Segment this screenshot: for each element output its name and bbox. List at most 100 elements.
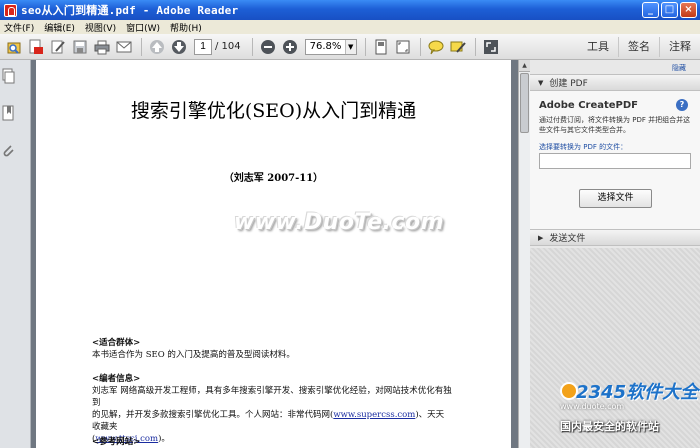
create-pdf-description: 通过付费订阅，将文件转换为 PDF 并把组合并这些文件与其它文件类型合并。 — [539, 116, 691, 134]
scrollbar-thumb[interactable] — [520, 73, 529, 133]
pdf-page: 搜索引擎优化(SEO)从入门到精通 （刘志军 2007-11） www.DuoT… — [36, 60, 511, 448]
create-pdf-button[interactable] — [26, 37, 46, 57]
select-file-button[interactable]: 选择文件 — [579, 189, 652, 208]
email-icon — [116, 41, 132, 52]
navigation-pane — [0, 60, 31, 448]
save-button[interactable] — [70, 37, 90, 57]
plus-circle-icon — [282, 39, 297, 54]
editor-section: <编者信息> 刘志军 网络高级开发工程师，具有多年搜索引擎开发、搜索引擎优化经验… — [92, 373, 452, 445]
editor-heading: <编者信息> — [92, 374, 141, 384]
comment-button[interactable] — [426, 37, 446, 57]
create-pdf-icon — [29, 39, 43, 54]
fit-width-button[interactable] — [393, 37, 413, 57]
zoom-out-button[interactable] — [258, 37, 278, 57]
menu-help[interactable]: 帮助(H) — [170, 21, 202, 34]
reference-section: <参考网站> — [92, 436, 452, 448]
create-pdf-title: Adobe CreatePDF — [539, 100, 639, 111]
bookmarks-icon[interactable] — [0, 105, 16, 121]
open-button[interactable] — [4, 37, 24, 57]
tab-tools[interactable]: 工具 — [578, 37, 618, 57]
send-files-header-label: 发送文件 — [549, 234, 586, 244]
attachments-icon[interactable] — [0, 142, 16, 158]
toolbar-separator — [251, 37, 253, 56]
toolbar-separator — [474, 37, 476, 56]
tools-panel: 隐藏 ▼ 创建 PDF Adobe CreatePDF ? 通过付费订阅，将文件… — [530, 60, 700, 448]
panel-empty-area: 2345软件大全 www.duote.com 国内最安全的软件站 — [530, 248, 700, 448]
toolbar-separator — [419, 37, 421, 56]
file-path-field[interactable] — [539, 153, 691, 169]
tab-comment[interactable]: 注释 — [659, 36, 700, 57]
editor-text-2: 的见解，并开发多款搜索引擎优化工具。个人网站：非常代码网(www.supercs… — [92, 409, 452, 433]
chevron-right-icon: ▶ — [538, 233, 544, 242]
zoom-select[interactable]: 76.8% ▼ — [304, 38, 357, 55]
reference-heading: <参考网站> — [92, 437, 141, 447]
menu-edit[interactable]: 编辑(E) — [44, 21, 75, 34]
arrow-down-icon — [172, 39, 186, 54]
tab-sign[interactable]: 签名 — [618, 36, 659, 57]
create-pdf-section: Adobe CreatePDF ? 通过付费订阅，将文件转换为 PDF 并把组合… — [530, 91, 700, 230]
watermark-url: www.duote.com — [560, 402, 625, 411]
highlight-button[interactable] — [448, 37, 468, 57]
menu-bar: 文件(F) 编辑(E) 视图(V) 窗口(W) 帮助(H) — [0, 20, 700, 34]
adobe-reader-icon — [4, 3, 17, 17]
email-button[interactable] — [114, 37, 134, 57]
save-icon — [73, 40, 87, 53]
edit-button[interactable] — [48, 37, 68, 57]
print-button[interactable] — [92, 37, 112, 57]
document-title: 搜索引擎优化(SEO)从入门到精通 — [130, 100, 417, 122]
create-pdf-header[interactable]: ▼ 创建 PDF — [530, 74, 700, 91]
zoom-value: 76.8% — [309, 40, 342, 52]
previous-page-button[interactable] — [147, 37, 167, 57]
fit-page-icon — [375, 39, 387, 54]
watermark-slogan: 国内最安全的软件站 — [560, 420, 659, 433]
minus-circle-icon — [260, 39, 275, 54]
minimize-button[interactable]: _ — [642, 2, 659, 18]
comment-icon — [428, 40, 444, 54]
chevron-down-icon[interactable]: ▼ — [344, 39, 356, 54]
supercss-link[interactable]: www.supercss.com — [333, 410, 415, 420]
site-watermark-2345: 2345软件大全 www.duote.com 国内最安全的软件站 — [560, 378, 700, 436]
page-thumbnails-icon[interactable] — [0, 68, 16, 84]
scroll-up-icon[interactable]: ▲ — [519, 60, 530, 72]
document-view[interactable]: 搜索引擎优化(SEO)从入门到精通 （刘志军 2007-11） www.DuoT… — [31, 60, 518, 448]
open-icon — [7, 42, 21, 54]
select-file-label: 选择要转换为 PDF 的文件： — [539, 143, 628, 151]
next-page-button[interactable] — [169, 37, 189, 57]
menu-file[interactable]: 文件(F) — [4, 21, 34, 34]
editor-text-2a: 的见解，并开发多款搜索引擎优化工具。个人网站：非常代码网( — [92, 410, 334, 420]
menu-window[interactable]: 窗口(W) — [126, 21, 160, 34]
fit-page-button[interactable] — [371, 37, 391, 57]
create-pdf-header-label: 创建 PDF — [549, 79, 588, 89]
close-button[interactable]: × — [680, 2, 697, 18]
fullscreen-button[interactable] — [481, 37, 501, 57]
print-icon — [94, 40, 110, 54]
adobe-reader-window: seo从入门到精通.pdf - Adobe Reader _ □ × 文件(F)… — [0, 0, 700, 448]
edit-icon — [51, 40, 65, 53]
window-title: seo从入门到精通.pdf - Adobe Reader — [21, 4, 239, 17]
hide-panel-link[interactable]: 隐藏 — [672, 63, 686, 73]
help-icon[interactable]: ? — [676, 99, 688, 111]
audience-text: 本书适合作为 SEO 的入门及提高的普及型阅读材料。 — [92, 350, 295, 360]
maximize-button[interactable]: □ — [661, 2, 678, 18]
zoom-in-button[interactable] — [280, 37, 300, 57]
watermark-brand: 2345软件大全 — [576, 382, 699, 403]
toolbar: / 104 76.8% ▼ 工具 签名 — [0, 34, 700, 60]
vertical-scrollbar[interactable]: ▲ — [518, 60, 530, 448]
editor-text-1: 刘志军 网络高级开发工程师，具有多年搜索引擎开发、搜索引擎优化经验，对网站技术优… — [92, 386, 452, 408]
title-bar: seo从入门到精通.pdf - Adobe Reader _ □ × — [0, 0, 700, 20]
audience-heading: <适合群体> — [92, 338, 141, 348]
menu-view[interactable]: 视图(V) — [85, 21, 116, 34]
audience-section: <适合群体> 本书适合作为 SEO 的入门及提高的普及型阅读材料。 — [92, 337, 452, 361]
toolbar-separator — [364, 37, 366, 56]
page-total: / 104 — [215, 41, 241, 52]
task-tabs: 工具 签名 注释 — [578, 34, 700, 60]
send-files-header[interactable]: ▶ 发送文件 — [530, 229, 700, 246]
arrow-up-icon — [150, 39, 164, 54]
page-number-input[interactable] — [194, 38, 212, 55]
fit-width-icon — [396, 40, 410, 53]
expand-icon — [483, 39, 498, 54]
highlight-icon — [450, 41, 466, 53]
duote-watermark: www.DuoTe.com — [234, 210, 444, 235]
chevron-down-icon: ▼ — [538, 78, 544, 87]
window-controls: _ □ × — [642, 2, 697, 18]
